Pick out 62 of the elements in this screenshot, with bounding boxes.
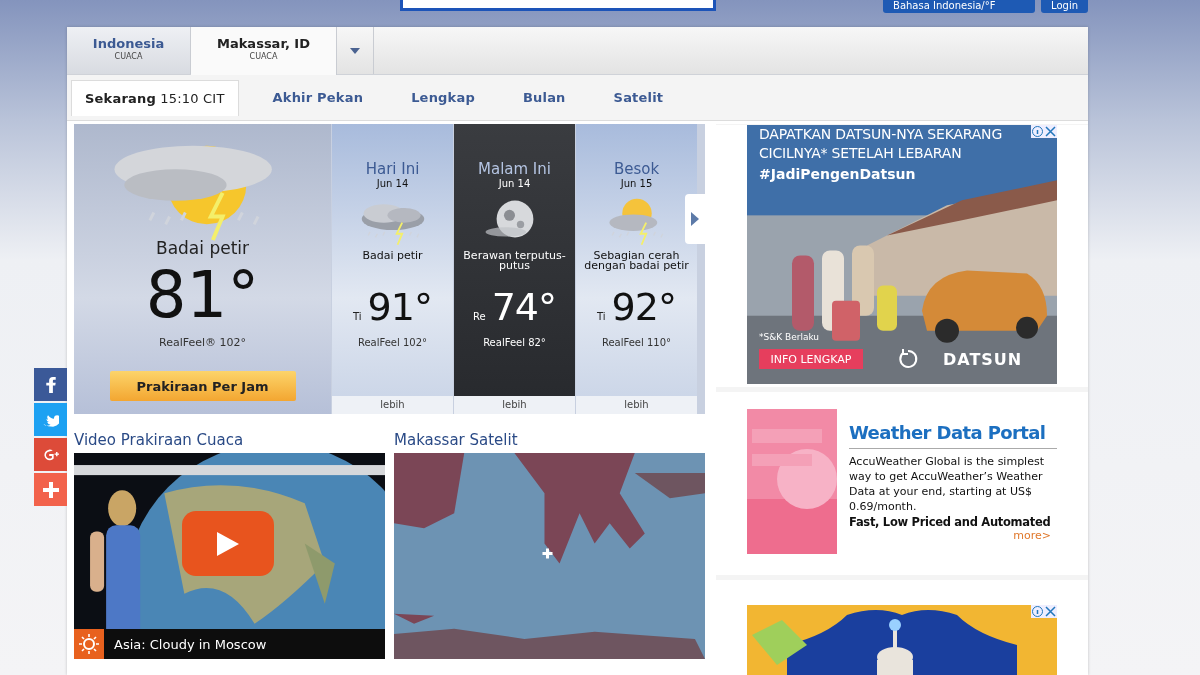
ad-note: *S&K Berlaku [759, 332, 821, 342]
temperature: 74° [491, 285, 556, 329]
forecast-date: Jun 15 [620, 178, 653, 189]
high-low-label: Ti [353, 311, 362, 322]
info-icon[interactable] [1031, 125, 1044, 138]
forecast-title: Hari Ini [365, 160, 420, 178]
brand-name: DATSUN [943, 349, 1023, 369]
more-link[interactable]: lebih [576, 396, 697, 414]
ad-headline: DAPATKAN DATSUN-NYA SEKARANG [759, 125, 1003, 144]
more-link[interactable]: lebih [454, 396, 575, 414]
play-button[interactable] [182, 511, 274, 576]
chevron-right-icon [691, 212, 699, 226]
share-button[interactable] [34, 473, 67, 506]
share-button[interactable] [34, 403, 67, 436]
temperature: 81° [145, 260, 260, 330]
section-title: Makassar Satelit [394, 431, 519, 450]
realfeel-text: RealFeel 110° [601, 337, 672, 348]
ad-hashtag: #JadiPengenDatsun [759, 166, 916, 182]
condition-text: Badai petir [155, 238, 249, 258]
login-button[interactable]: Login [1041, 0, 1088, 13]
realfeel-text: RealFeel 102° [357, 337, 428, 348]
info-icon[interactable] [1031, 605, 1044, 618]
section-title: Video Prakiraan Cuaca [74, 431, 245, 450]
ad-headline: CICILNYA* SETELAH LEBARAN [759, 144, 962, 163]
more-link[interactable]: lebih [332, 396, 453, 414]
realfeel-text: RealFeel® 102° [159, 336, 246, 349]
condition-text: Berawan terputus-putus [462, 251, 567, 274]
ad-info-button[interactable]: INFO LENGKAP [759, 349, 863, 369]
nav-tab[interactable]: Lengkap [387, 80, 499, 116]
location-tab[interactable]: Makassar, ID CUACA [191, 27, 337, 75]
location-tab[interactable]: Indonesia CUACA [67, 27, 191, 74]
temperature: 92° [611, 285, 676, 329]
language-dropdown[interactable]: Bahasa Indonesia/°F [883, 0, 1035, 13]
play-icon [217, 531, 239, 556]
forecast-date: Jun 14 [498, 178, 531, 189]
ad-tagline: Fast, Low Priced and Automated [849, 515, 1052, 529]
hourly-forecast-button[interactable]: Prakiraan Per Jam [109, 371, 296, 401]
condition-text: Sebagian cerah dengan badai petir [583, 251, 690, 274]
replay-icon[interactable] [897, 348, 919, 370]
caret-icon [350, 47, 360, 54]
condition-text: Badai petir [361, 251, 424, 264]
caption-text: Asia: Cloudy in Moscow [114, 636, 267, 652]
nav-tab[interactable]: Sekarang 15:10 CIT [71, 80, 239, 116]
next-button[interactable] [685, 194, 705, 244]
close-icon[interactable] [1044, 605, 1057, 618]
share-button[interactable] [34, 438, 67, 471]
nav-tab[interactable]: Satelit [589, 80, 688, 116]
close-icon[interactable] [1044, 125, 1057, 138]
ad-text: AccuWeather Global is the simplest way to get AccuWeather’s Weather Data at your end, starting at US$ 0.69/month. [849, 454, 1045, 514]
share-button[interactable] [34, 368, 67, 401]
sun-icon [74, 629, 104, 659]
realfeel-text: RealFeel 82° [483, 337, 546, 348]
high-low-label: Re [473, 311, 486, 322]
forecast-date: Jun 14 [376, 178, 409, 189]
ad-title: Weather Data Portal [849, 422, 1057, 449]
high-low-label: Ti [597, 311, 606, 322]
plus-icon [42, 481, 59, 498]
forecast-title: Malam Ini [478, 160, 551, 178]
nav-tab[interactable]: Akhir Pekan [248, 80, 388, 116]
nav-tab[interactable]: Bulan [498, 80, 590, 116]
forecast-title: Besok [613, 160, 660, 178]
temperature: 91° [367, 285, 432, 329]
